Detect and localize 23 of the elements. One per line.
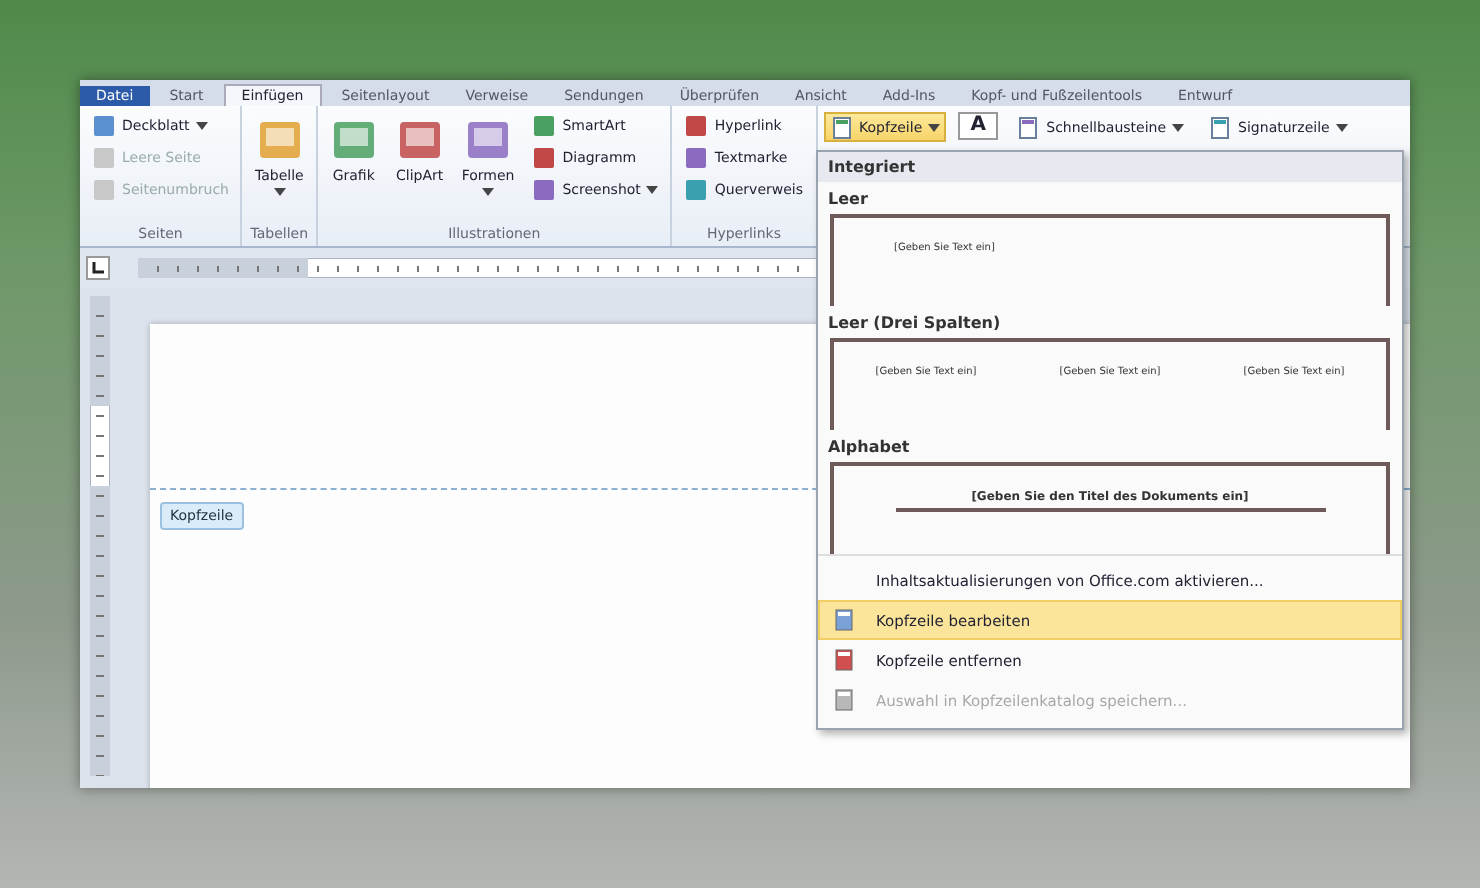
square-icon [92,177,116,201]
section-heading: Integriert [818,152,1402,182]
page-icon [829,115,854,139]
square-icon [532,145,557,169]
gallery-item-title: Leer (Drei Spalten) [826,312,1003,336]
gallery-item-title: Alphabet [826,436,912,460]
gallery-item-title: Leer [826,188,870,212]
page-icon [1016,115,1041,139]
corner-icon [90,260,106,276]
square-icon [92,113,116,137]
picture-frame-icon [464,116,513,164]
square-icon [532,113,557,137]
square-icon [92,145,116,169]
page-icon [1208,115,1233,139]
tab-selector[interactable] [86,256,110,280]
picture-frame-icon [329,116,378,164]
square-icon [684,113,709,137]
square-icon [532,177,557,201]
square-icon [684,145,709,169]
text-box-button[interactable]: A [958,112,999,140]
picture-frame-icon [255,116,304,164]
square-icon [684,177,709,201]
picture-frame-icon [395,116,444,164]
